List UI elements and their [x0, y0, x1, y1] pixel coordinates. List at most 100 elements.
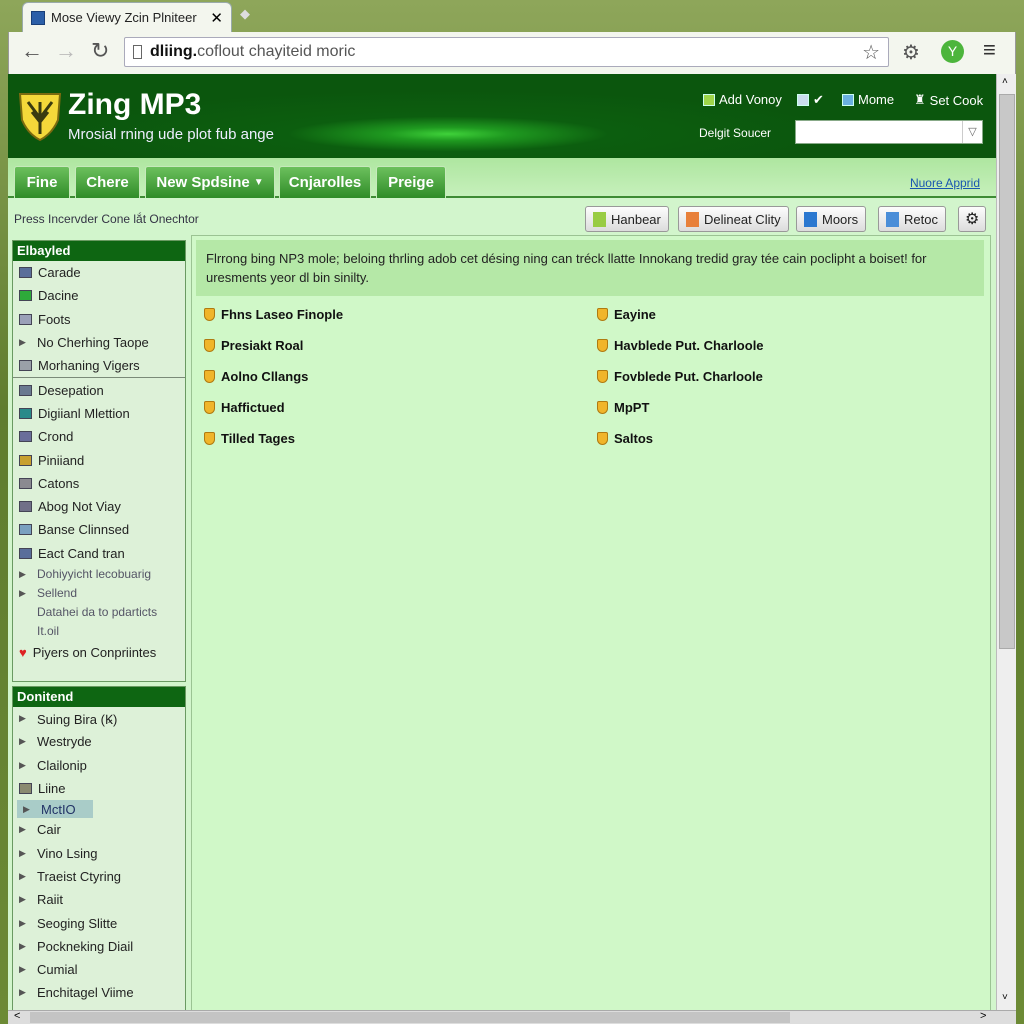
extension-gear-icon[interactable]: ⚙ [902, 40, 920, 65]
home-link[interactable]: Mome [842, 92, 894, 107]
sidebar-item-label: Enchitagel Viime [37, 985, 134, 1001]
sidebar-item[interactable]: ▶ No Cherhing Taope [13, 331, 185, 354]
sidebar-item-label: Dohiyyicht lecobuarig [37, 567, 152, 582]
tab-chere[interactable]: Chere [75, 166, 140, 198]
star-icon[interactable]: ☆ [862, 40, 880, 65]
sidebar-item[interactable]: ▶ Westryde [13, 730, 185, 753]
breadcrumb: Press Incervder Cone lắt Onechtor [14, 212, 199, 226]
shield-icon [204, 370, 215, 383]
extension-leaf-icon[interactable]: Y [941, 40, 964, 63]
sidebar-item[interactable]: ▶ Dohiyyicht lecobuarig [13, 565, 185, 584]
sidebar-item[interactable]: Crond [13, 425, 185, 448]
sidebar-item[interactable]: ▶ Traeist Ctyring [13, 865, 185, 888]
forward-icon[interactable]: → [55, 38, 77, 64]
sidebar-item-label: Digiianl Mlettion [38, 405, 130, 421]
sidebar-item[interactable]: ▶ Suing Bira (Ꝃ) [13, 707, 185, 730]
chevron-down-icon: ▽ [962, 121, 982, 143]
search-select[interactable]: ▽ [795, 120, 983, 144]
back-icon[interactable]: ← [21, 38, 43, 64]
sidebar-item-label: Raiit [37, 892, 64, 908]
moors-button[interactable]: Moors [796, 206, 867, 232]
sidebar-item[interactable]: ▶ Sellend [13, 584, 185, 603]
grid-link[interactable]: Tilled Tages [204, 431, 295, 446]
grid-link[interactable]: Fovblede Put. Charloole [597, 369, 763, 384]
nav-right-link[interactable]: Nuore Apprid [910, 176, 980, 190]
settings-link[interactable]: ♜ Set Cook [914, 92, 983, 108]
button-label: Delineat Clity [704, 211, 781, 227]
sidebar-item-label: Clailonip [37, 757, 87, 773]
vertical-scrollbar[interactable]: ˄ ˅ [996, 74, 1016, 1010]
grid-link[interactable]: Saltos [597, 431, 653, 446]
sidebar-item[interactable]: Liine [13, 777, 185, 800]
scrollbar-thumb[interactable] [999, 94, 1015, 649]
grid-link[interactable]: Eayine [597, 307, 656, 322]
sidebar-item[interactable]: Catons [13, 472, 185, 495]
sidebar-item[interactable]: Piniiand [13, 448, 185, 471]
grid-link[interactable]: Fhns Laseo Finople [204, 307, 343, 322]
address-bar[interactable]: dliing.coflout chayiteid moric ☆ [124, 37, 889, 67]
grid-link[interactable]: MpPT [597, 400, 649, 415]
tab-label: Chere [86, 174, 129, 191]
sidebar-item[interactable]: Datahei da to pdarticts [13, 603, 185, 622]
horizontal-scrollbar[interactable]: < > [8, 1010, 1016, 1024]
expand-arrow-icon: ▶ [19, 894, 26, 905]
sidebar-item[interactable]: Foots [13, 308, 185, 331]
sidebar-item[interactable]: Abog Not Viay [13, 495, 185, 518]
tab-cnjarolles[interactable]: Cnjarolles [279, 166, 371, 198]
grid-link[interactable]: Haffictued [204, 400, 285, 415]
settings-button[interactable]: ⚙ [958, 206, 987, 232]
scroll-right-icon[interactable]: > [980, 1010, 986, 1022]
add-link[interactable]: Add Vonoy [703, 92, 782, 107]
sidebar-item[interactable]: Desepation [13, 378, 185, 401]
tab-preige[interactable]: Preige [376, 166, 446, 198]
sidebar-item[interactable]: ▶ Raiit [13, 888, 185, 911]
browser-tab[interactable]: Mose Viewy Zcin Plniteer ✕ [22, 2, 232, 32]
sidebar-item[interactable]: ▶ Vino Lsing [13, 841, 185, 864]
delineat-button[interactable]: Delineat Clity [678, 206, 789, 232]
shield-icon [204, 432, 215, 445]
sidebar-item-label: Westryde [37, 734, 92, 750]
sidebar-item[interactable]: Carade [13, 261, 185, 284]
menu-icon[interactable]: ≡ [983, 37, 996, 63]
view-toggle[interactable]: ✔ [797, 92, 824, 108]
sidebar-item[interactable]: Dacine [13, 284, 185, 307]
scroll-left-icon[interactable]: < [14, 1010, 20, 1022]
sidebar-item[interactable]: ▶ Pockneking Diail [13, 935, 185, 958]
sidebar-item-label: Abog Not Viay [38, 499, 121, 515]
tab-new-spdsine[interactable]: New Spdsine ▼ [145, 166, 275, 198]
check-icon: ✔ [813, 92, 824, 107]
search-label: Delgit Soucer [699, 126, 772, 140]
favicon-icon [31, 10, 45, 25]
sidebar-item[interactable]: ▶ Enchitagel Viime [13, 981, 185, 1004]
grid-link[interactable]: Aolno Cllangs [204, 369, 308, 384]
address-path: coflout chayiteid moric [197, 43, 356, 60]
tab-fine[interactable]: Fine [14, 166, 70, 198]
hanbear-button[interactable]: Hanbear [585, 206, 669, 232]
sidebar-item[interactable]: Digiianl Mlettion [13, 402, 185, 425]
scroll-down-icon[interactable]: ˅ [1002, 992, 1008, 1003]
expand-arrow-icon: ▶ [19, 759, 26, 770]
sidebar-item[interactable]: It.oil [13, 622, 185, 641]
sidebar-item[interactable]: ♥ Piyers on Conpriintes [13, 641, 185, 664]
scrollbar-thumb[interactable] [30, 1012, 790, 1023]
sidebar-item[interactable]: ▶ MctIO [17, 800, 93, 819]
grid-link-label: Eayine [614, 307, 656, 322]
sidebar-item[interactable]: Banse Clinnsed [13, 518, 185, 541]
new-tab-button[interactable]: ◆ [240, 6, 250, 22]
retoc-button[interactable]: Retoc [878, 206, 946, 232]
reload-icon[interactable]: ↻ [91, 38, 109, 64]
grid-link[interactable]: Presiakt Roal [204, 338, 303, 353]
shield-icon [597, 308, 608, 321]
sidebar-item[interactable]: ▶ Cair [13, 818, 185, 841]
item-icon [19, 290, 32, 302]
sidebar-item[interactable]: ▶ Seoging Slitte [13, 911, 185, 934]
sidebar-item[interactable]: Eact Cand tran [13, 542, 185, 565]
grid-link[interactable]: Havblede Put. Charloole [597, 338, 764, 353]
expand-arrow-icon: ▶ [19, 568, 26, 579]
scroll-up-icon[interactable]: ˄ [1002, 76, 1008, 87]
grid-link-label: Presiakt Roal [221, 338, 304, 353]
sidebar-item[interactable]: ▶ Cumial [13, 958, 185, 981]
close-tab-icon[interactable]: ✕ [210, 9, 223, 27]
sidebar-item[interactable]: Morhaning Vigers [13, 354, 185, 377]
sidebar-item[interactable]: ▶ Clailonip [13, 754, 185, 777]
